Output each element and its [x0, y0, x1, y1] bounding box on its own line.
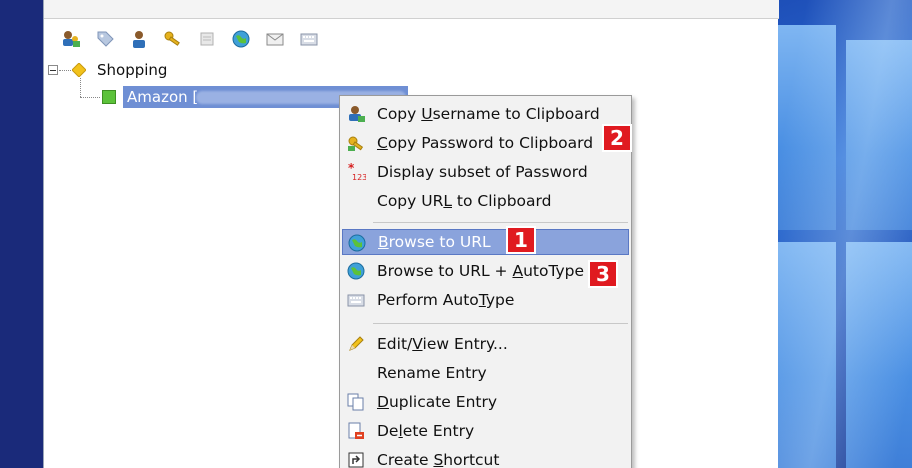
menu-display-subset[interactable]: * 123 Display subset of Password	[342, 159, 629, 185]
pencil-icon	[346, 334, 366, 354]
globe-icon[interactable]	[226, 24, 256, 54]
duplicate-icon	[346, 392, 366, 412]
collapse-toggle[interactable]	[48, 65, 58, 75]
menu-copy-url-label: Copy URL to Clipboard	[377, 192, 552, 210]
svg-text:123: 123	[352, 173, 366, 182]
key-copy-icon	[346, 133, 366, 153]
menu-separator	[373, 222, 628, 223]
toolbar	[44, 20, 779, 58]
menu-perform-autotype[interactable]: Perform AutoType	[342, 287, 629, 313]
group-shopping-label[interactable]: Shopping	[97, 61, 167, 79]
menu-create-shortcut[interactable]: Create Shortcut	[342, 447, 629, 468]
menu-delete-entry-label: Delete Entry	[377, 422, 475, 440]
email-icon[interactable]	[260, 24, 290, 54]
shortcut-icon	[346, 450, 366, 468]
delete-icon	[346, 421, 366, 441]
menu-copy-password[interactable]: Copy Password to Clipboard	[342, 130, 629, 156]
menu-separator	[373, 323, 628, 324]
menu-rename-entry[interactable]: Rename Entry	[342, 360, 629, 386]
menu-rename-entry-label: Rename Entry	[377, 364, 487, 382]
step-badge-1: 1	[506, 226, 536, 254]
menu-copy-url[interactable]: Copy URL to Clipboard	[342, 188, 629, 214]
entry-green-icon	[102, 90, 116, 104]
menu-browse-url-autotype[interactable]: Browse to URL + AutoType	[342, 258, 629, 284]
menu-copy-password-label: Copy Password to Clipboard	[377, 134, 594, 152]
menu-edit-view-entry-label: Edit/View Entry...	[377, 335, 508, 353]
copy-username-tb-icon[interactable]	[56, 24, 86, 54]
user-icon[interactable]	[124, 24, 154, 54]
globe-icon	[346, 261, 366, 281]
user-key-icon	[346, 104, 366, 124]
folder-diamond-icon	[72, 63, 86, 77]
menu-duplicate-entry-label: Duplicate Entry	[377, 393, 498, 411]
keyboard-icon	[346, 290, 366, 310]
step-badge-2: 2	[602, 124, 632, 152]
window-top-edge	[44, 0, 779, 19]
menu-perform-autotype-label: Perform AutoType	[377, 291, 515, 309]
menu-delete-entry[interactable]: Delete Entry	[342, 418, 629, 444]
menu-display-subset-label: Display subset of Password	[377, 163, 588, 181]
menu-duplicate-entry[interactable]: Duplicate Entry	[342, 389, 629, 415]
note-icon[interactable]	[192, 24, 222, 54]
entry-amazon-label[interactable]: Amazon [	[127, 88, 198, 106]
keyboard-icon[interactable]	[294, 24, 324, 54]
desktop-wallpaper	[778, 0, 912, 468]
step-badge-3: 3	[588, 260, 618, 288]
key-icon[interactable]	[158, 24, 188, 54]
menu-copy-username-label: Copy Username to Clipboard	[377, 105, 600, 123]
menu-browse-url-label: Browse to URL	[378, 233, 491, 251]
left-background-strip	[0, 0, 43, 468]
menu-create-shortcut-label: Create Shortcut	[377, 451, 500, 468]
asterisk-123-icon: * 123	[346, 162, 366, 182]
menu-browse-url-autotype-label: Browse to URL + AutoType	[377, 262, 585, 280]
menu-copy-username[interactable]: Copy Username to Clipboard	[342, 101, 629, 127]
tag-icon[interactable]	[90, 24, 120, 54]
menu-edit-view-entry[interactable]: Edit/View Entry...	[342, 331, 629, 357]
menu-browse-url[interactable]: Browse to URL	[342, 229, 629, 255]
globe-icon	[347, 233, 367, 253]
